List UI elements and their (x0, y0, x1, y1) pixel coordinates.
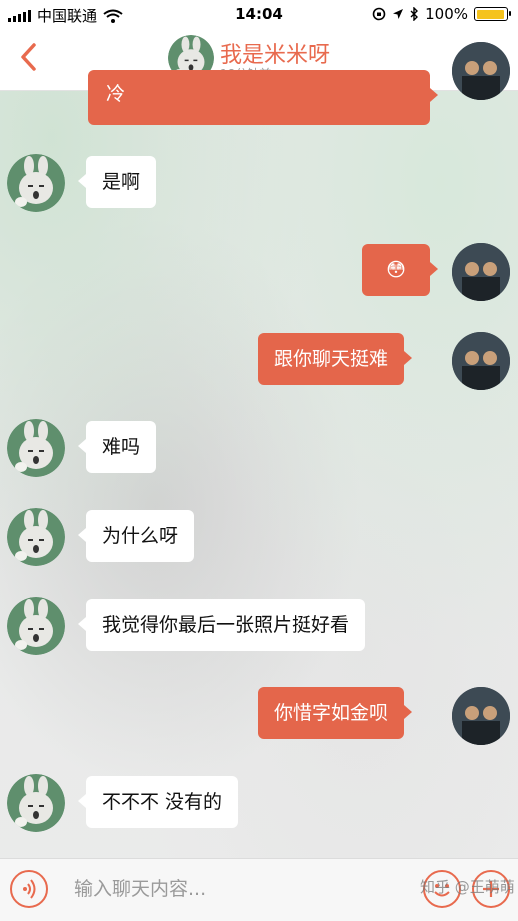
contact-avatar[interactable] (7, 419, 65, 477)
message-text: 难吗 (102, 436, 141, 458)
message-text: 不不不 没有的 (102, 791, 223, 813)
location-icon (393, 9, 404, 19)
contact-avatar[interactable] (7, 154, 65, 212)
message-bubble[interactable]: 跟你聊天挺难 (258, 333, 413, 385)
chevron-left-icon[interactable] (14, 40, 44, 74)
message-text: 是啊 (102, 171, 141, 193)
my-avatar[interactable] (452, 687, 510, 745)
message-text: 我觉得你最后一张照片挺好看 (102, 614, 350, 636)
message-bubble[interactable]: 为什么呀 (77, 510, 195, 562)
my-avatar[interactable] (452, 42, 510, 100)
contact-avatar[interactable] (7, 508, 65, 566)
message-bubble[interactable]: 你惜字如金呗 (258, 687, 413, 739)
watermark: 知乎 @王萌萌 (420, 878, 515, 896)
message-text: 冷 (106, 83, 126, 105)
message-bubble[interactable]: 是啊 (77, 156, 157, 208)
contact-avatar[interactable] (7, 597, 65, 655)
battery-icon (474, 7, 511, 21)
chat-input[interactable] (58, 867, 388, 911)
message-bubble[interactable]: 😳 (362, 244, 438, 296)
message-text: 😳 (386, 259, 406, 281)
message-text: 跟你聊天挺难 (274, 348, 389, 370)
my-avatar[interactable] (452, 332, 510, 390)
message-text: 你惜字如金呗 (274, 702, 389, 724)
message-bubble[interactable]: 难吗 (77, 421, 157, 473)
message-bubble[interactable]: 不不不 没有的 (77, 776, 239, 828)
status-bar: 中国联通 14:04 100% (0, 0, 518, 28)
rotation-lock-icon (372, 7, 386, 21)
message-bubble[interactable]: 冷 (88, 70, 438, 125)
message-bubble[interactable]: 我觉得你最后一张照片挺好看 (77, 599, 366, 651)
chat-background (0, 0, 518, 920)
message-text: 为什么呀 (102, 525, 179, 547)
my-avatar[interactable] (452, 243, 510, 301)
voice-icon[interactable] (10, 870, 48, 908)
bluetooth-icon (410, 7, 419, 21)
contact-avatar[interactable] (7, 774, 65, 832)
battery-percent: 100% (425, 5, 468, 23)
